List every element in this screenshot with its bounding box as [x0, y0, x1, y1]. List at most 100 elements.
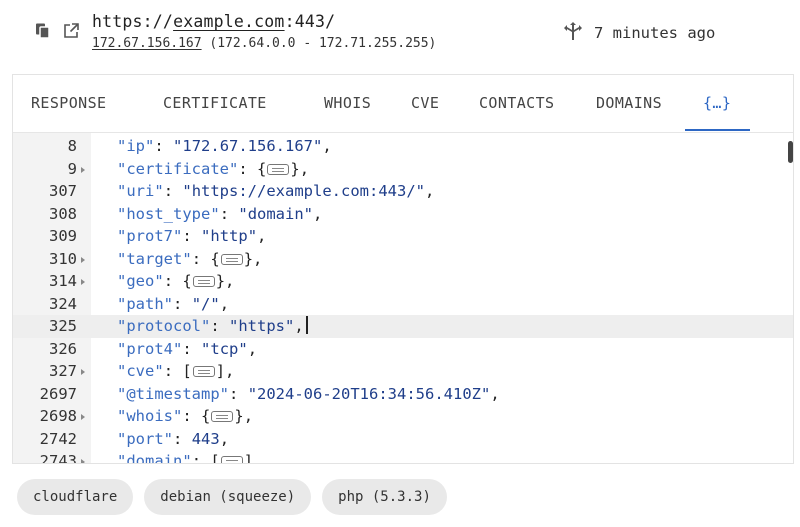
line-number: 8	[67, 137, 77, 155]
line-number: 2742	[39, 429, 77, 448]
folded-placeholder-icon[interactable]	[220, 456, 243, 463]
code-text: "geo": {},	[117, 272, 235, 290]
code-text: "domain": [],	[117, 450, 262, 464]
fold-toggle-icon[interactable]	[81, 279, 85, 285]
json-key: domain	[126, 452, 183, 464]
code-text: "cve": [],	[117, 362, 235, 380]
line-number: 308	[49, 204, 77, 223]
json-key: cve	[126, 362, 155, 380]
json-value: 443	[191, 429, 220, 448]
json-key: prot7	[126, 227, 174, 245]
code-text: "ip": "172.67.156.167",	[117, 137, 332, 155]
line-number: 310	[49, 249, 77, 268]
tab-domains[interactable]: DOMAINS	[596, 94, 662, 112]
line-number: 327	[49, 362, 77, 380]
text-caret	[305, 316, 308, 334]
json-key: port	[126, 429, 164, 448]
folded-placeholder-icon[interactable]	[220, 253, 243, 265]
code-line[interactable]: 308 "host_type": "domain",	[13, 203, 793, 226]
folded-placeholder-icon[interactable]	[211, 411, 234, 422]
folded-placeholder-icon[interactable]	[192, 276, 215, 287]
json-value: "/"	[191, 294, 220, 313]
code-line[interactable]: 314 "geo": {},	[13, 270, 793, 293]
code-text: "uri": "https://example.com:443/",	[117, 182, 435, 200]
tab-raw-json[interactable]: {…}	[703, 94, 731, 112]
json-value: "172.67.156.167"	[173, 137, 323, 155]
tag-list: cloudflare debian (squeeze) php (5.3.3)	[17, 479, 447, 515]
json-key: uri	[126, 182, 155, 200]
code-line[interactable]: 324 "path": "/",	[13, 293, 793, 316]
code-line[interactable]: 2698 "whois": {},	[13, 405, 793, 428]
tab-response[interactable]: RESPONSE	[31, 94, 106, 112]
json-value: "2024-06-20T16:34:56.410Z"	[247, 384, 491, 403]
line-number: 2697	[39, 384, 77, 403]
code-text: "protocol": "https",	[117, 315, 308, 338]
code-line[interactable]: 9 "certificate": {},	[13, 158, 793, 181]
json-value: "https://example.com:443/"	[182, 182, 425, 200]
tab-bar: RESPONSE CERTIFICATE WHOIS CVE CONTACTS …	[13, 75, 793, 133]
code-line[interactable]: 307 "uri": "https://example.com:443/",	[13, 180, 793, 203]
code-line[interactable]: 2697 "@timestamp": "2024-06-20T16:34:56.4…	[13, 383, 793, 406]
line-number: 2698	[39, 407, 77, 425]
fold-toggle-icon[interactable]	[81, 369, 85, 375]
line-number: 2743	[39, 452, 77, 464]
json-value: "domain"	[238, 204, 314, 223]
tab-cve[interactable]: CVE	[411, 94, 439, 112]
line-number: 9	[67, 159, 77, 178]
route-icon	[562, 20, 584, 46]
code-line[interactable]: 309 "prot7": "http",	[13, 225, 793, 248]
json-value: "http"	[201, 227, 258, 245]
code-text: "prot4": "tcp",	[117, 339, 258, 358]
line-number: 309	[49, 227, 77, 245]
folded-placeholder-icon[interactable]	[267, 163, 290, 175]
code-line[interactable]: 310 "target": {},	[13, 248, 793, 271]
code-line[interactable]: 8 "ip": "172.67.156.167",	[13, 135, 793, 158]
vertical-scrollbar[interactable]	[788, 141, 793, 163]
line-number: 307	[49, 182, 77, 200]
result-panel: RESPONSE CERTIFICATE WHOIS CVE CONTACTS …	[12, 74, 794, 464]
json-key: whois	[126, 407, 174, 425]
code-line[interactable]: 325 "protocol": "https",	[13, 315, 793, 338]
fold-toggle-icon[interactable]	[81, 256, 85, 263]
json-value: "https"	[229, 317, 295, 335]
code-text: "certificate": {},	[117, 159, 310, 178]
json-key: protocol	[126, 317, 201, 335]
ip-line: 172.67.156.167 (172.64.0.0 - 172.71.255.…	[92, 36, 436, 51]
code-text: "path": "/",	[117, 294, 230, 313]
fold-toggle-icon[interactable]	[81, 459, 85, 463]
tab-whois[interactable]: WHOIS	[324, 94, 371, 112]
last-seen: 7 minutes ago	[562, 20, 715, 46]
tab-certificate[interactable]: CERTIFICATE	[163, 94, 267, 112]
code-text: "target": {},	[117, 249, 263, 268]
result-url[interactable]: https://example.com:443/	[92, 12, 335, 31]
tag-chip-cloudflare[interactable]: cloudflare	[17, 479, 134, 515]
tag-chip-php[interactable]: php (5.3.3)	[322, 479, 447, 515]
fold-toggle-icon[interactable]	[81, 414, 85, 420]
ip-range: (172.64.0.0 - 172.71.255.255)	[201, 36, 437, 51]
json-key: ip	[126, 137, 146, 155]
ip-link[interactable]: 172.67.156.167	[92, 36, 202, 51]
code-text: "@timestamp": "2024-06-20T16:34:56.410Z"…	[117, 384, 500, 403]
line-number: 324	[49, 294, 77, 313]
json-editor[interactable]: 8 "ip": "172.67.156.167", 9 "certificate": …	[13, 133, 793, 464]
fold-toggle-icon[interactable]	[81, 166, 85, 173]
tab-contacts[interactable]: CONTACTS	[479, 94, 554, 112]
json-key: geo	[126, 272, 155, 290]
active-tab-indicator	[685, 129, 750, 131]
code-line[interactable]: 326 "prot4": "tcp",	[13, 338, 793, 361]
json-key: certificate	[126, 159, 229, 178]
folded-placeholder-icon[interactable]	[192, 366, 215, 377]
json-key: path	[126, 294, 164, 313]
code-line[interactable]: 2742 "port": 443,	[13, 428, 793, 451]
code-line[interactable]: 327 "cve": [],	[13, 360, 793, 383]
url-host-link[interactable]: example.com	[173, 12, 284, 31]
tag-chip-debian[interactable]: debian (squeeze)	[144, 479, 312, 515]
line-number: 326	[49, 339, 77, 358]
json-key: target	[126, 249, 183, 268]
code-line[interactable]: 2743 "domain": [],	[13, 450, 793, 464]
open-external-icon[interactable]	[62, 22, 80, 40]
copy-icon[interactable]	[34, 22, 52, 40]
code-text: "whois": {},	[117, 407, 254, 425]
result-header: https://example.com:443/ 172.67.156.167 …	[0, 0, 800, 72]
last-seen-text: 7 minutes ago	[594, 24, 716, 42]
